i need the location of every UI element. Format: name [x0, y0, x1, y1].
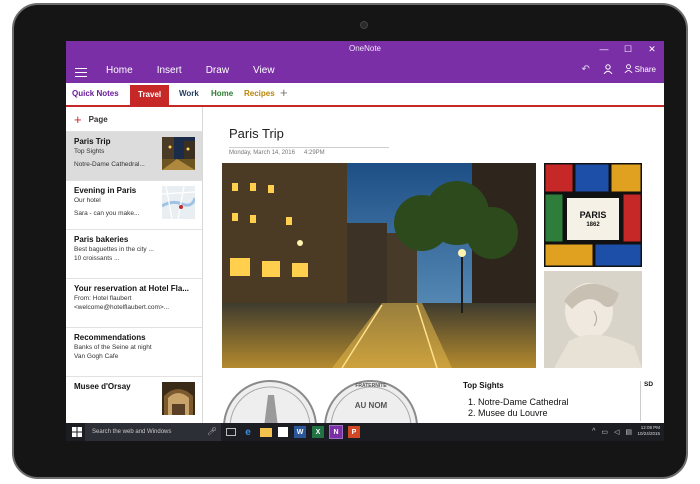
tab-recipes[interactable]: Recipes — [244, 89, 275, 98]
page-canvas[interactable]: Paris Trip Monday, March 14, 2016 4:29PM — [203, 107, 664, 423]
page-item-line: Notre-Dame Cathedral... — [74, 161, 145, 168]
camera — [360, 21, 368, 29]
network-icon[interactable]: ▭ — [601, 428, 608, 436]
taskbar: Search the web and Windows 🎤︎ e W X N P … — [66, 423, 664, 441]
windows-start-icon[interactable] — [72, 427, 82, 437]
page-item-line: 10 croissants ... — [74, 255, 120, 262]
top-sights-list: 1. Notre-Dame Cathedral 2. Musee du Louv… — [463, 397, 569, 418]
tab-home[interactable]: Home — [211, 89, 233, 98]
page-item-line: Best baguettes in the city ... — [74, 246, 154, 253]
page-item-line: Banks of the Seine at night — [74, 344, 152, 351]
page-item-line: Sara - can you make... — [74, 210, 140, 217]
page-item-line: From: Hotel flaubert — [74, 295, 132, 302]
page-item-hotel-reservation[interactable]: Your reservation at Hotel Fla... From: H… — [66, 278, 202, 327]
stained-glass-photo[interactable] — [544, 163, 642, 267]
section-tabs: Quick Notes Travel Work Home Recipes + — [66, 83, 664, 107]
menu-draw[interactable]: Draw — [206, 65, 229, 76]
page-item-paris-bakeries[interactable]: Paris bakeries Best baguettes in the cit… — [66, 229, 202, 278]
share-icon — [624, 63, 633, 75]
microphone-icon[interactable]: 🎤︎ — [207, 427, 217, 436]
close-button[interactable]: ✕ — [640, 41, 664, 57]
top-sights-note[interactable]: Top Sights 1. Notre-Dame Cathedral 2. Mu… — [463, 381, 569, 419]
list-item: 2. Musee du Louvre — [468, 408, 548, 418]
page-date: Monday, March 14, 2016 — [229, 150, 295, 156]
ribbon: OneNote — ☐ ✕ Home Insert Draw View ↶ Sh… — [66, 41, 664, 83]
museum-photo-thumbnail — [162, 382, 195, 415]
task-view-icon[interactable] — [226, 428, 236, 436]
list-item: 1. Notre-Dame Cathedral — [468, 397, 569, 407]
page-item-title: Paris bakeries — [74, 235, 129, 244]
page-item-title: Evening in Paris — [74, 186, 137, 195]
page-item-recommendations[interactable]: Recommendations Banks of the Seine at ni… — [66, 327, 202, 376]
tab-travel[interactable]: Travel — [130, 85, 170, 105]
page-item-title: Musee d'Orsay — [74, 382, 131, 391]
tab-work[interactable]: Work — [179, 89, 199, 98]
page-item-paris-trip[interactable]: Paris Trip Top Sights Notre-Dame Cathedr… — [66, 131, 202, 180]
taskbar-apps: e W X N P — [226, 425, 360, 439]
page-item-title: Recommendations — [74, 333, 146, 342]
taskbar-search-input[interactable]: Search the web and Windows — [85, 423, 221, 441]
screen: OneNote — ☐ ✕ Home Insert Draw View ↶ Sh… — [66, 41, 664, 441]
app-title: OneNote — [348, 44, 382, 53]
page-item-line: Our hotel — [74, 197, 101, 204]
page-item-line: Top Sights — [74, 148, 105, 155]
powerpoint-icon[interactable]: P — [348, 426, 360, 438]
add-section-icon[interactable]: + — [280, 85, 288, 100]
statue-photo[interactable] — [544, 271, 642, 368]
coin-text-main: AU NOM — [354, 401, 388, 410]
page-list: + Page Paris Trip Top Sights Notre-Dame … — [66, 107, 203, 423]
share-button[interactable]: Share — [624, 63, 656, 75]
notebook-name[interactable]: Quick Notes — [72, 89, 119, 98]
excel-icon[interactable]: X — [312, 426, 324, 438]
page-item-title: Paris Trip — [74, 137, 111, 146]
hamburger-menu-icon[interactable] — [75, 68, 87, 77]
clock-date: 10/24/2015 — [637, 431, 660, 437]
add-page-label: Page — [88, 114, 108, 124]
page-item-evening-in-paris[interactable]: Evening in Paris Our hotel Sara - can yo… — [66, 180, 202, 229]
page-item-line: Van Gogh Cafe — [74, 353, 119, 360]
coin-text-top: FRATERNITE — [355, 383, 387, 389]
store-icon[interactable] — [278, 427, 288, 437]
page-item-musee-dorsay[interactable]: Musee d'Orsay — [66, 376, 202, 425]
minimize-button[interactable]: — — [592, 41, 616, 57]
edge-icon[interactable]: e — [242, 426, 254, 438]
taskbar-clock[interactable]: 12:08 PM 10/24/2015 — [637, 425, 660, 438]
system-tray: ^ ▭ ◁ ▤ — [592, 428, 632, 436]
user-icon[interactable] — [602, 63, 614, 75]
word-icon[interactable]: W — [294, 426, 306, 438]
undo-icon[interactable]: ↶ — [580, 63, 592, 75]
side-note-tag: SD — [640, 381, 654, 421]
menu-home[interactable]: Home — [106, 65, 133, 76]
street-photo-thumbnail — [162, 137, 195, 170]
title-underline — [229, 147, 389, 148]
ribbon-menu: Home Insert Draw View — [106, 65, 299, 76]
page-item-line: <welcome@hotelflaubert.com>... — [74, 304, 170, 311]
menu-view[interactable]: View — [253, 65, 275, 76]
map-thumbnail — [162, 186, 195, 219]
maximize-button[interactable]: ☐ — [616, 41, 640, 57]
tablet-frame: OneNote — ☐ ✕ Home Insert Draw View ↶ Sh… — [12, 3, 688, 479]
top-sights-title: Top Sights — [463, 381, 504, 390]
page-title[interactable]: Paris Trip — [229, 126, 284, 141]
paris-street-photo[interactable] — [222, 163, 536, 368]
page-item-title: Your reservation at Hotel Fla... — [74, 284, 189, 293]
ribbon-actions: ↶ Share — [580, 63, 656, 75]
menu-insert[interactable]: Insert — [157, 65, 182, 76]
add-page-button[interactable]: + Page — [66, 107, 202, 131]
chevron-up-icon[interactable]: ^ — [592, 428, 595, 436]
file-explorer-icon[interactable] — [260, 428, 272, 437]
onenote-icon[interactable]: N — [329, 425, 343, 439]
plus-icon: + — [74, 111, 82, 127]
notifications-icon[interactable]: ▤ — [625, 428, 632, 436]
volume-icon[interactable]: ◁ — [614, 428, 619, 436]
window-controls: — ☐ ✕ — [592, 41, 664, 57]
page-time: 4:29PM — [304, 150, 325, 156]
share-label: Share — [634, 64, 656, 74]
